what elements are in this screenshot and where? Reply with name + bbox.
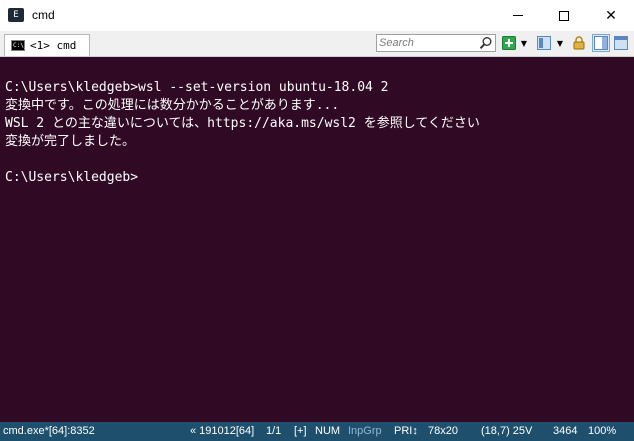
title-bar: E cmd ✕ bbox=[0, 0, 634, 31]
chevron-down-icon: ▼ bbox=[556, 38, 564, 48]
status-size: 78x20 bbox=[428, 425, 458, 437]
split-view-button[interactable] bbox=[592, 34, 610, 52]
minimize-button[interactable] bbox=[495, 0, 541, 31]
add-console-dropdown[interactable]: ▼ bbox=[519, 34, 529, 52]
tab-cmd[interactable]: C:\_ <1> cmd bbox=[4, 34, 90, 56]
close-button[interactable]: ✕ bbox=[588, 0, 634, 31]
panel-button[interactable] bbox=[613, 34, 629, 52]
tab-label: <1> cmd bbox=[30, 39, 77, 52]
status-inpgrp: InpGrp bbox=[348, 425, 382, 437]
chevron-down-icon: ▼ bbox=[520, 38, 528, 48]
panel-icon bbox=[614, 36, 628, 50]
layout-button[interactable] bbox=[537, 34, 551, 52]
layout-dropdown[interactable]: ▼ bbox=[555, 34, 565, 52]
search-box[interactable] bbox=[376, 34, 496, 52]
status-num: NUM bbox=[315, 425, 341, 437]
status-cursor: (18,7) 25V bbox=[481, 425, 533, 437]
split-view-icon bbox=[594, 36, 608, 50]
console-icon: C:\_ bbox=[11, 40, 28, 51]
status-page: 1/1 bbox=[266, 425, 282, 437]
lock-button[interactable] bbox=[572, 34, 586, 52]
maximize-icon bbox=[559, 10, 569, 21]
console-text: C:\Users\kledgeb>wsl --set-version ubunt… bbox=[5, 79, 480, 187]
status-build[interactable]: « 191012[64] bbox=[190, 425, 254, 437]
console-line: 変換が完了しました。 bbox=[5, 134, 136, 149]
console-prompt: C:\Users\kledgeb> bbox=[5, 170, 139, 185]
status-priority[interactable]: PRI↕ bbox=[394, 425, 418, 437]
console-line: C:\Users\kledgeb>wsl --set-version ubunt… bbox=[5, 80, 389, 95]
minimize-icon bbox=[513, 15, 523, 16]
layout-icon bbox=[537, 36, 551, 50]
lock-icon bbox=[573, 36, 585, 50]
console-line: 変換中です。この処理には数分かかることがあります... bbox=[5, 98, 340, 113]
status-bar: cmd.exe*[64]:8352 « 191012[64] 1/1 [+] N… bbox=[0, 422, 634, 441]
maximize-button[interactable] bbox=[541, 0, 587, 31]
status-process[interactable]: cmd.exe*[64]:8352 bbox=[3, 425, 95, 437]
console-output[interactable]: C:\Users\kledgeb>wsl --set-version ubunt… bbox=[0, 57, 634, 422]
status-plus[interactable]: [+] bbox=[294, 425, 307, 437]
status-pid: 3464 bbox=[553, 425, 578, 437]
app-icon[interactable]: E bbox=[8, 8, 24, 22]
add-console-button[interactable] bbox=[502, 34, 516, 52]
close-icon: ✕ bbox=[605, 7, 617, 24]
console-line: WSL 2 との主な違いについては、https://aka.ms/wsl2 を参… bbox=[5, 116, 480, 131]
add-console-icon bbox=[502, 36, 516, 50]
status-zoom[interactable]: 100% bbox=[588, 425, 616, 437]
window-title: cmd bbox=[32, 8, 55, 22]
search-input[interactable] bbox=[379, 36, 479, 50]
search-icon[interactable] bbox=[479, 36, 493, 50]
